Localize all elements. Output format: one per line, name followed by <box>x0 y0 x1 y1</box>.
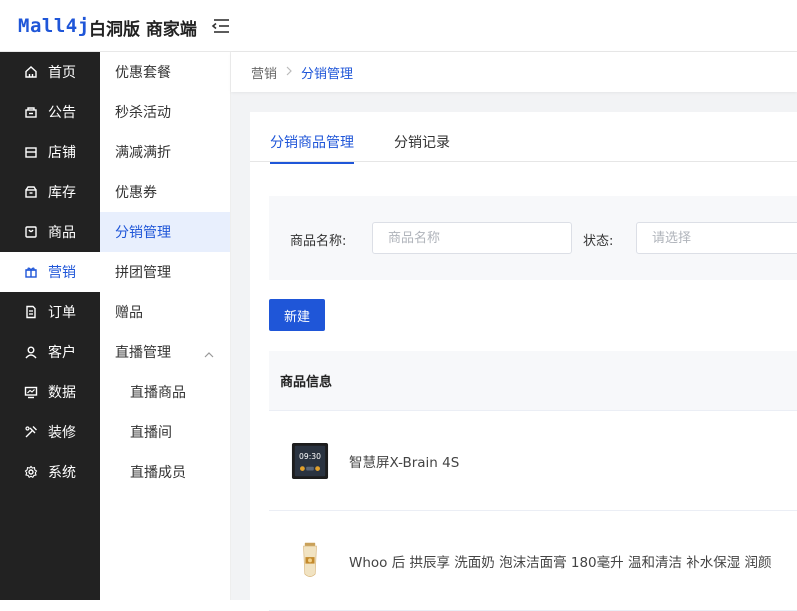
sidebar-item-order[interactable]: 订单 <box>0 292 100 332</box>
main-sidebar: 首页 公告 店铺 库存 商品 营销 订单 客户 数据 装修 系统 <box>0 52 100 600</box>
submenu-item-seckill[interactable]: 秒杀活动 <box>100 92 230 132</box>
brand-title: 白洞版 商家端 <box>89 20 197 40</box>
product-name: 智慧屏X-Brain 4S <box>349 454 460 471</box>
sidebar-item-data[interactable]: 数据 <box>0 372 100 412</box>
status-select[interactable] <box>636 222 797 254</box>
chevron-up-icon <box>204 347 214 358</box>
product-thumbnail <box>290 541 330 581</box>
tab-bar: 分销商品管理 分销记录 <box>250 112 797 164</box>
search-filter: 商品名称: 状态: <box>269 196 797 280</box>
home-icon <box>24 65 38 79</box>
sidebar-item-product[interactable]: 商品 <box>0 212 100 252</box>
settings-icon <box>24 465 38 479</box>
order-icon <box>24 305 38 319</box>
product-thumbnail: 09:30 <box>290 441 330 481</box>
submenu-item-package[interactable]: 优惠套餐 <box>100 52 230 92</box>
chevron-right-icon <box>285 65 293 80</box>
content-panel: 分销商品管理 分销记录 商品名称: 状态: 新建 商品信息 09:30 <box>250 112 797 611</box>
table-header: 商品信息 <box>269 351 797 411</box>
submenu-item-gift[interactable]: 赠品 <box>100 292 230 332</box>
tab-distribution-records[interactable]: 分销记录 <box>394 132 450 162</box>
sidebar-item-label: 商品 <box>48 225 76 241</box>
product-table: 商品信息 09:30 智慧屏X-Brain 4S Whoo 后 拱辰享 洗面奶 … <box>269 351 797 611</box>
sidebar-item-home[interactable]: 首页 <box>0 52 100 92</box>
submenu-item-coupon[interactable]: 优惠券 <box>100 172 230 212</box>
submenu-item-live[interactable]: 直播管理 <box>100 332 230 372</box>
sidebar-item-label: 系统 <box>48 465 76 481</box>
store-icon <box>24 145 38 159</box>
tab-distribution-products[interactable]: 分销商品管理 <box>270 132 354 164</box>
sidebar-item-label: 客户 <box>48 345 76 361</box>
submenu-item-group-buy[interactable]: 拼团管理 <box>100 252 230 292</box>
submenu-item-live-products[interactable]: 直播商品 <box>100 372 230 412</box>
product-name-label: 商品名称: <box>290 234 347 249</box>
notice-icon <box>24 105 38 119</box>
sidebar-item-store[interactable]: 店铺 <box>0 132 100 172</box>
breadcrumb-current: 分销管理 <box>301 66 354 82</box>
table-row[interactable]: 09:30 智慧屏X-Brain 4S <box>269 411 797 511</box>
gift-icon <box>24 265 38 279</box>
marketing-submenu: 优惠套餐 秒杀活动 满减满折 优惠券 分销管理 拼团管理 赠品 直播管理 直播商… <box>100 52 231 600</box>
submenu-item-discount[interactable]: 满减满折 <box>100 132 230 172</box>
sidebar-item-notice[interactable]: 公告 <box>0 92 100 132</box>
submenu-item-live-members[interactable]: 直播成员 <box>100 452 230 492</box>
chart-icon <box>24 385 38 399</box>
sidebar-item-system[interactable]: 系统 <box>0 452 100 492</box>
column-header-product-info: 商品信息 <box>280 375 333 390</box>
sidebar-item-label: 首页 <box>48 65 76 81</box>
status-label: 状态: <box>583 234 614 249</box>
table-row[interactable]: Whoo 后 拱辰享 洗面奶 泡沫洁面膏 180毫升 温和清洁 补水保湿 润颜 <box>269 511 797 611</box>
breadcrumb-parent[interactable]: 营销 <box>251 63 277 82</box>
product-icon <box>24 225 38 239</box>
thumbnail-time-text: 09:30 <box>299 452 321 461</box>
new-button[interactable]: 新建 <box>269 299 325 331</box>
submenu-item-live-room[interactable]: 直播间 <box>100 412 230 452</box>
app-logo[interactable]: Mall4j <box>18 15 90 37</box>
sidebar-item-label: 营销 <box>48 265 76 281</box>
sidebar-item-label: 装修 <box>48 425 76 441</box>
inventory-icon <box>24 185 38 199</box>
sidebar-item-label: 店铺 <box>48 145 76 161</box>
decorate-icon <box>24 425 38 439</box>
sidebar-item-decorate[interactable]: 装修 <box>0 412 100 452</box>
submenu-item-distribution[interactable]: 分销管理 <box>100 212 230 252</box>
top-header: Mall4j 白洞版 商家端 <box>0 0 797 52</box>
sidebar-item-marketing[interactable]: 营销 <box>0 252 100 292</box>
submenu-item-label: 直播管理 <box>115 345 171 361</box>
breadcrumb: 营销 分销管理 <box>231 52 797 92</box>
user-icon <box>24 345 38 359</box>
sidebar-item-label: 数据 <box>48 385 76 401</box>
product-name: Whoo 后 拱辰享 洗面奶 泡沫洁面膏 180毫升 温和清洁 补水保湿 润颜 <box>349 554 772 571</box>
sidebar-item-customer[interactable]: 客户 <box>0 332 100 372</box>
main-content: 营销 分销管理 分销商品管理 分销记录 商品名称: 状态: 新建 商品信息 <box>231 52 797 611</box>
sidebar-item-label: 公告 <box>48 105 76 121</box>
sidebar-item-inventory[interactable]: 库存 <box>0 172 100 212</box>
sidebar-item-label: 库存 <box>48 185 76 201</box>
collapse-menu-icon[interactable] <box>210 16 232 36</box>
product-name-input[interactable] <box>372 222 572 254</box>
sidebar-item-label: 订单 <box>48 305 76 321</box>
